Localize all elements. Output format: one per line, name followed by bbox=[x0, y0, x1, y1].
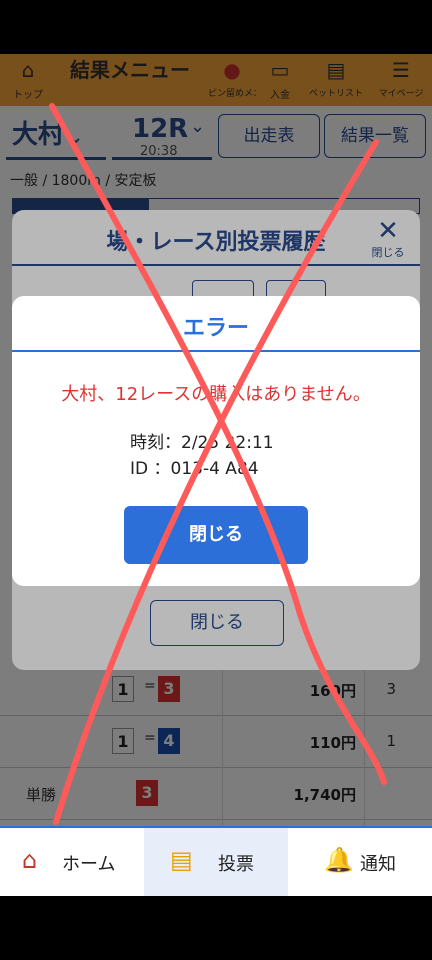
red-cross-annotation bbox=[49, 103, 387, 825]
cross-stroke bbox=[53, 139, 379, 825]
app-screen: ⌂ トップ 結果メニュー ● ピン留めメニュー ▭ 入金 ▤ ベットリスト ☰ … bbox=[0, 54, 432, 896]
